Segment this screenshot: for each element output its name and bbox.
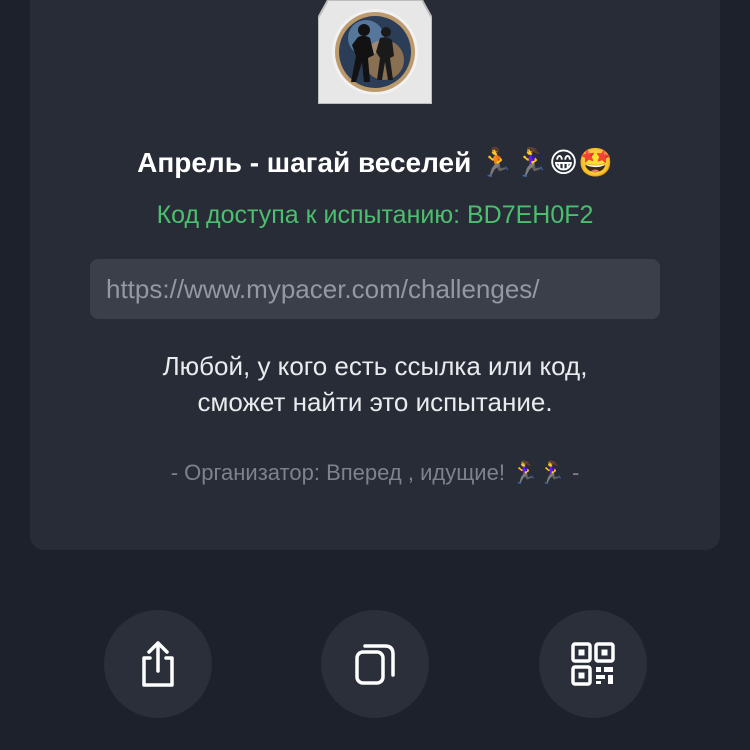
visibility-description: Любой, у кого есть ссылка или код, сможе… [0,348,750,420]
organizer-text: - Организатор: Вперед , идущие! 🏃‍♀️🏃‍♀️… [170,460,580,485]
share-icon [142,641,174,687]
description-line: Любой, у кого есть ссылка или код, [162,351,588,381]
share-button[interactable] [104,610,212,718]
copy-icon [355,644,395,685]
qr-code-icon [571,642,615,686]
challenge-link-field[interactable]: https://www.mypacer.com/challenges/ [90,259,660,319]
description-line: сможет найти это испытание. [197,387,553,417]
access-code-text: Код доступа к испытанию: BD7EH0F2 [156,201,594,229]
share-challenge-screen: Апрель - шагай веселей 🏃🏃‍♀️😁🤩 Код досту… [0,0,750,750]
copy-link-button[interactable] [321,610,429,718]
share-actions [0,610,750,720]
challenge-avatar [318,0,432,104]
qr-code-button[interactable] [539,610,647,718]
challenge-title: Апрель - шагай веселей 🏃🏃‍♀️😁🤩 [137,147,613,178]
